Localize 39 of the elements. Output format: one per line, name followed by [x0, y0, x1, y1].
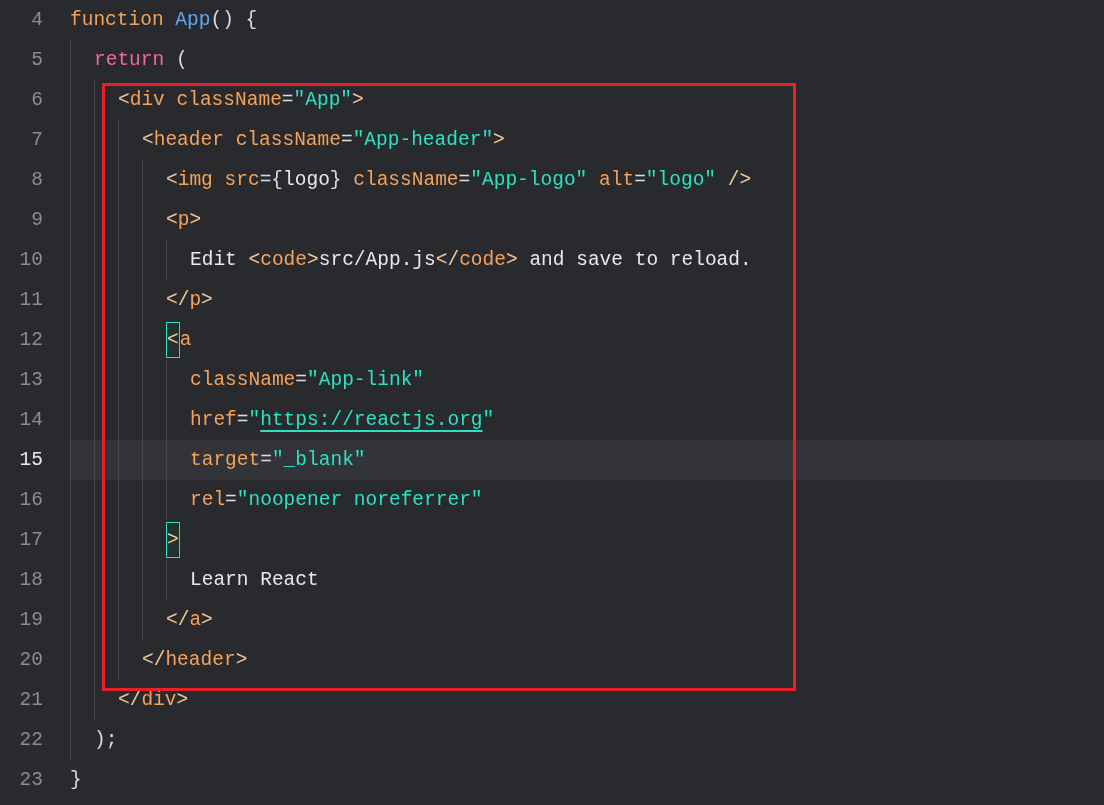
line-number: 8: [30, 169, 43, 191]
line-number: 18: [18, 569, 43, 591]
line-number: 13: [18, 369, 43, 391]
code-line: return (: [94, 48, 188, 73]
code-line: Learn React: [190, 568, 319, 593]
code-line: target="_blank": [190, 448, 366, 473]
line-number: 9: [30, 209, 43, 231]
line-number: 19: [18, 609, 43, 631]
code-line: <a: [166, 320, 192, 360]
line-number: 17: [18, 529, 43, 551]
line-number: 4: [30, 9, 43, 31]
code-line: </p>: [166, 288, 213, 313]
line-number: 21: [18, 689, 43, 711]
line-number: 6: [30, 89, 43, 111]
line-number: 11: [18, 289, 43, 311]
line-number: 5: [30, 49, 43, 71]
code-line: Edit <code>src/App.js</code> and save to reload.: [190, 248, 752, 273]
code-line: </a>: [166, 608, 213, 633]
line-number: 22: [18, 729, 43, 751]
line-number: 23: [18, 769, 43, 791]
line-number: 16: [18, 489, 43, 511]
line-number: 20: [18, 649, 43, 671]
code-line: function App() {: [70, 8, 258, 33]
code-line: <img src={logo} className="App-logo" alt="logo" />: [166, 168, 752, 193]
line-number: 15: [18, 449, 43, 471]
code-line: href="https://reactjs.org": [190, 408, 495, 433]
code-line: </div>: [118, 688, 189, 713]
code-line: </header>: [142, 648, 248, 673]
code-line: }: [70, 768, 82, 793]
code-line: <header className="App-header">: [142, 128, 505, 153]
code-line: <p>: [166, 208, 202, 233]
code-line: className="App-link": [190, 368, 425, 393]
code-line: );: [94, 728, 118, 753]
line-number: 7: [30, 129, 43, 151]
line-number: 14: [18, 409, 43, 431]
line-number: 12: [18, 329, 43, 351]
code-line: rel="noopener noreferrer": [190, 488, 483, 513]
code-line: <div className="App">: [118, 88, 364, 113]
line-number: 10: [18, 249, 43, 271]
